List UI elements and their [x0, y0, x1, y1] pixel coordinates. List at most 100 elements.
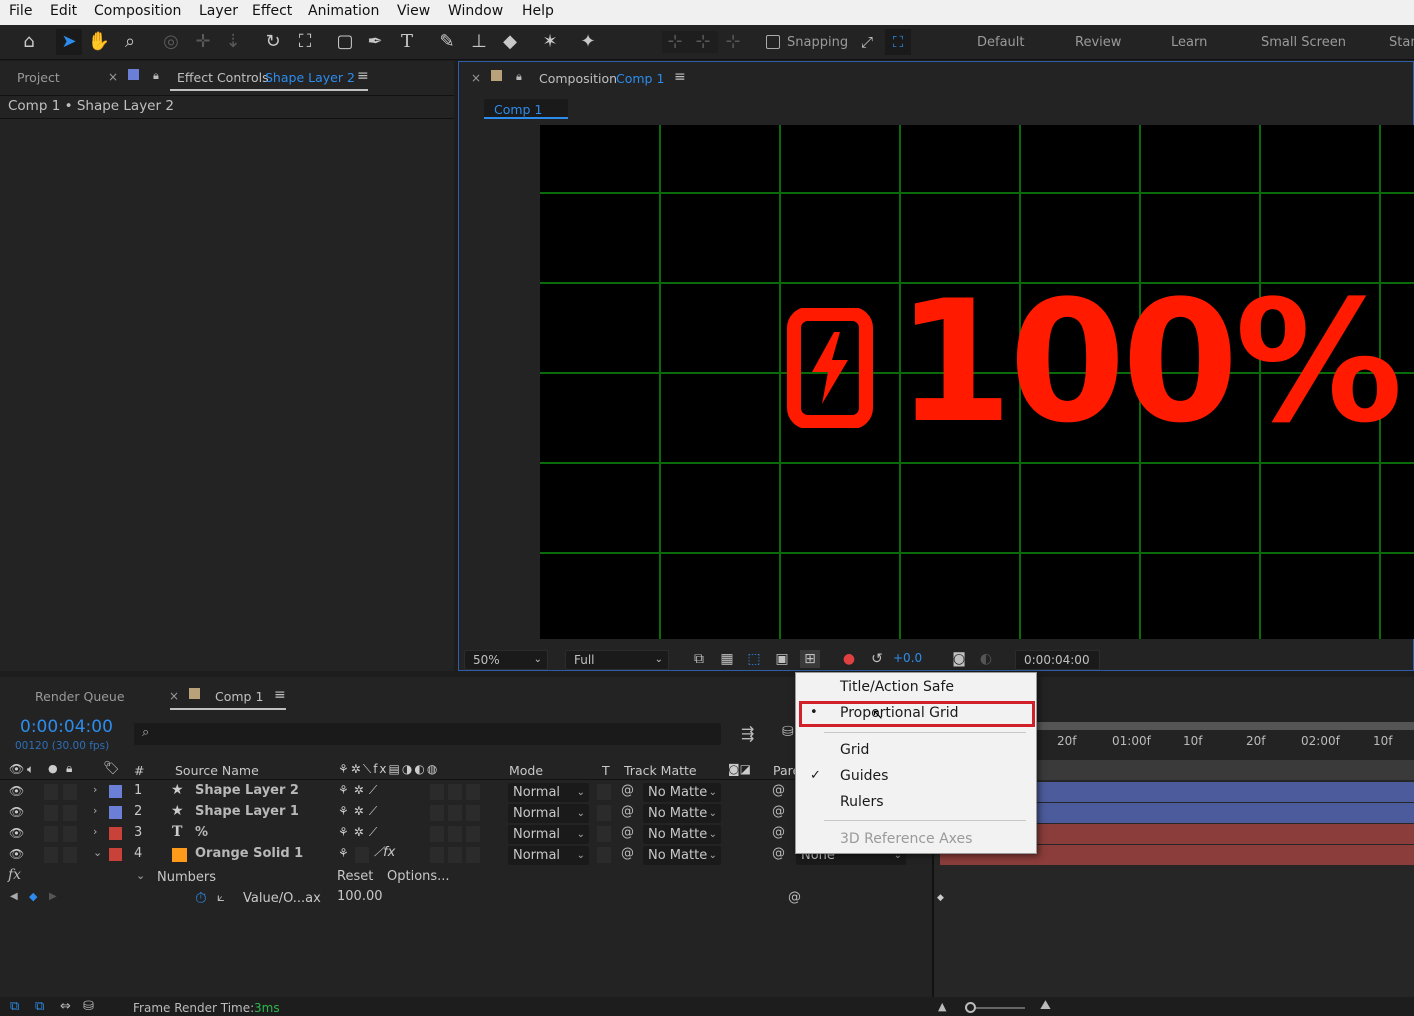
layer-search-input[interactable]: ⌕ [134, 723, 721, 745]
pickwhip-icon[interactable]: @ [621, 804, 634, 819]
lock-toggle[interactable] [63, 784, 77, 800]
mode-dropdown[interactable]: Normal ⌄ [508, 804, 589, 823]
menu-layer[interactable]: Layer [199, 3, 238, 19]
switch-box[interactable] [430, 847, 444, 863]
switch-box[interactable] [448, 847, 462, 863]
layer-label-color[interactable] [109, 827, 122, 840]
orbit-camera-icon[interactable]: ◎ [158, 29, 184, 55]
brush-tool-icon[interactable]: ✎ [434, 29, 460, 55]
expand-chevron-icon[interactable]: › [93, 825, 97, 838]
effect-reset-link[interactable]: Reset [337, 869, 373, 884]
stopwatch-icon[interactable]: ⏱︎ [195, 889, 207, 907]
visibility-eye-icon[interactable]: 👁︎ [9, 784, 24, 798]
visibility-eye-icon[interactable]: 👁︎ [9, 847, 24, 861]
switch-box[interactable] [466, 847, 480, 863]
panel-menu-icon[interactable]: ≡ [274, 687, 286, 703]
layer-label-color[interactable] [109, 848, 122, 861]
pen-tool-icon[interactable]: ✒ [362, 29, 388, 55]
work-area-bar[interactable] [1036, 722, 1414, 730]
solo-toggle[interactable] [44, 826, 58, 842]
current-time-field[interactable]: 0:00:04:00 [1015, 650, 1100, 670]
layer-name[interactable]: Shape Layer 2 [195, 783, 299, 798]
expand-chevron-icon[interactable]: › [93, 783, 97, 796]
snap-features-icon[interactable]: ⛶ [885, 29, 911, 55]
effect-controls-layer-name[interactable]: Shape Layer 2 [265, 70, 355, 85]
collapse-chevron-icon[interactable]: ⌄ [136, 869, 145, 882]
switch-box[interactable] [355, 847, 369, 863]
add-keyframe-icon[interactable]: ◆ [29, 890, 37, 903]
zoom-in-icon[interactable]: ⛰ [1040, 998, 1051, 1013]
menu-file[interactable]: File [9, 3, 32, 19]
layer-name[interactable]: % [195, 825, 208, 840]
menu-edit[interactable]: Edit [50, 3, 77, 19]
layer-label-color[interactable] [109, 806, 122, 819]
mode-dropdown[interactable]: Normal ⌄ [508, 846, 589, 865]
eye-icon[interactable]: 👁︎ [9, 762, 24, 776]
grid-guide-options-icon[interactable]: ⊞ [800, 650, 820, 668]
lock-toggle[interactable] [63, 847, 77, 863]
switch-box[interactable] [430, 805, 444, 821]
home-icon[interactable]: ⌂ [16, 29, 42, 55]
tab-effect-controls[interactable]: Effect Controls [177, 70, 269, 85]
workspace-learn[interactable]: Learn [1171, 35, 1207, 50]
reset-exposure-icon[interactable]: ↺ [867, 650, 887, 668]
menu-item-title-action-safe[interactable]: Title/Action Safe [840, 679, 954, 695]
solo-icon[interactable]: ● [48, 762, 58, 775]
tab-render-queue[interactable]: Render Queue [35, 689, 125, 704]
table-row[interactable]: 👁︎ › 1 ★ Shape Layer 2 ⚘✲⟋ Normal ⌄ @ No … [0, 782, 932, 802]
show-channel-icon[interactable]: ● [839, 650, 859, 668]
layer-switches[interactable]: ⚘ [338, 846, 349, 860]
mode-dropdown[interactable]: Normal ⌄ [508, 783, 589, 802]
menu-effect[interactable]: Effect [252, 3, 292, 19]
expression-pickwhip-icon[interactable]: @ [788, 890, 801, 905]
layer-label-color[interactable] [109, 785, 122, 798]
resolution-dropdown[interactable]: Full ⌄ [565, 650, 669, 670]
parent-pickwhip-icon[interactable]: @ [772, 804, 785, 819]
mask-visibility-icon[interactable]: ⬚ [744, 650, 764, 668]
menu-window[interactable]: Window [448, 3, 503, 19]
composition-viewer[interactable]: 100% [540, 125, 1414, 639]
transparency-grid-icon[interactable]: ▦ [717, 650, 737, 668]
preserve-transparency-toggle[interactable] [597, 826, 611, 842]
menu-item-grid[interactable]: Grid [840, 742, 869, 758]
track-matte-dropdown[interactable]: No Matte ⌄ [643, 825, 721, 844]
view-axis-icon[interactable]: ⊹ [720, 29, 746, 55]
layer-name[interactable]: Orange Solid 1 [195, 846, 303, 861]
draft-3d-icon[interactable]: ⛁ [782, 724, 794, 740]
menu-item-proportional-grid[interactable]: Proportional Grid [840, 705, 959, 721]
workspace-small-screen[interactable]: Small Screen [1261, 35, 1346, 50]
panel-menu-icon[interactable]: ≡ [674, 69, 686, 85]
parent-pickwhip-icon[interactable]: @ [772, 825, 785, 840]
current-time-display[interactable]: 0:00:04:00 [20, 717, 113, 737]
keyframe-diamond[interactable]: ◆ [937, 893, 944, 903]
parent-pickwhip-icon[interactable]: @ [772, 846, 785, 861]
close-icon[interactable]: × [169, 689, 179, 703]
menu-item-guides[interactable]: Guides [840, 768, 888, 784]
tab-composition[interactable]: Composition [539, 71, 617, 86]
mode-dropdown[interactable]: Normal ⌄ [508, 825, 589, 844]
fast-preview-icon[interactable]: ⧉ [689, 650, 709, 668]
lock-icon[interactable]: 🔒︎ [516, 70, 522, 84]
selection-tool-icon[interactable]: ➤ [56, 29, 82, 55]
switch-box[interactable] [466, 826, 480, 842]
dolly-camera-icon[interactable]: ⇣ [220, 29, 246, 55]
solo-toggle[interactable] [44, 805, 58, 821]
effect-name[interactable]: Numbers [157, 870, 216, 885]
track-matte-dropdown[interactable]: No Matte ⌄ [643, 804, 721, 823]
parent-pickwhip-icon[interactable]: @ [772, 783, 785, 798]
track-matte-dropdown[interactable]: No Matte ⌄ [643, 783, 721, 802]
clone-stamp-icon[interactable]: ⊥ [466, 29, 492, 55]
tab-project[interactable]: Project [17, 70, 60, 85]
lock-icon[interactable]: 🔒︎ [153, 69, 159, 83]
workspace-review[interactable]: Review [1075, 35, 1121, 50]
switch-box[interactable] [448, 805, 462, 821]
workspace-default[interactable]: Default [977, 35, 1025, 50]
lock-toggle[interactable] [63, 805, 77, 821]
tab-comp[interactable]: Comp 1 [215, 689, 263, 704]
layer-switches[interactable]: ⚘✲⟋ [338, 804, 382, 819]
close-icon[interactable]: × [108, 70, 118, 84]
region-of-interest-icon[interactable]: ▣ [772, 650, 792, 668]
track-matte-dropdown[interactable]: No Matte ⌄ [643, 846, 721, 865]
effect-options-link[interactable]: Options... [387, 869, 450, 884]
expand-chevron-icon[interactable]: › [93, 804, 97, 817]
